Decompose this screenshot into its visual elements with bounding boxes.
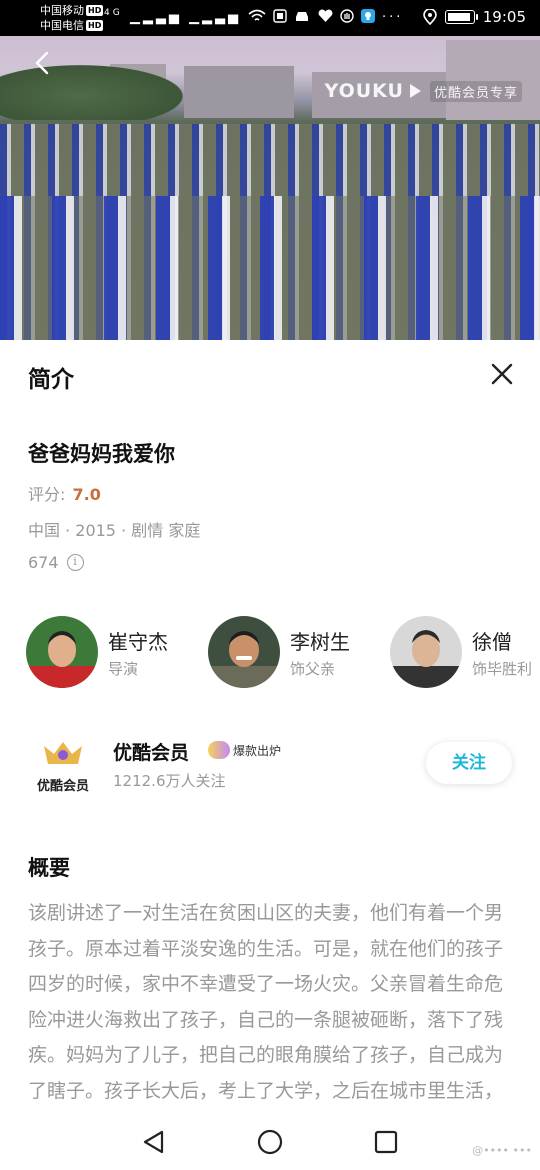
lightbulb-icon xyxy=(360,9,375,23)
view-count-value: 674 xyxy=(28,553,59,572)
status-right: 19:05 xyxy=(422,8,526,26)
weibo-watermark: @•••• ••• xyxy=(472,1144,532,1157)
battery-icon xyxy=(444,10,478,24)
signal-icon: ▁▂▃▅ ▁▂▃▅ xyxy=(129,10,241,25)
wifi-icon xyxy=(248,9,266,21)
hand-icon xyxy=(339,9,354,23)
clock: 19:05 xyxy=(482,8,526,26)
cast-item[interactable]: 徐僧 饰毕胜利 xyxy=(390,614,540,690)
movie-title: 爸爸妈妈我爱你 xyxy=(28,442,175,466)
hot-badge-label: 爆款出炉 xyxy=(233,743,282,758)
status-icons: 4G ▁▂▃▅ ▁▂▃▅ ··· xyxy=(104,8,403,25)
close-icon[interactable] xyxy=(490,362,514,386)
movie-meta: 中国 · 2015 · 剧情 家庭 xyxy=(28,521,201,540)
cast-role: 饰毕胜利 xyxy=(472,660,533,678)
youku-brand: YOUKU xyxy=(324,80,404,102)
panel-header: 简介 xyxy=(28,367,74,393)
rating-score: 7.0 xyxy=(72,485,101,504)
cast-name: 徐僧 xyxy=(472,630,512,654)
hot-badge: 爆款出炉 xyxy=(208,741,281,759)
navigation-bar: @•••• ••• xyxy=(0,1110,540,1170)
carrier-info: 中国移动 HD 中国电信 HD xyxy=(40,3,104,33)
avatar xyxy=(390,616,462,688)
cast-list: 崔守杰 导演 李树生 饰父亲 徐僧 饰毕胜利 xyxy=(0,614,540,694)
recents-square-icon[interactable] xyxy=(372,1128,400,1156)
carrier-1: 中国移动 xyxy=(40,4,84,17)
car-icon xyxy=(296,12,309,21)
follow-button[interactable]: 关注 xyxy=(426,742,512,784)
rating: 评分: 7.0 xyxy=(28,481,101,505)
cast-item[interactable]: 崔守杰 导演 xyxy=(26,614,206,690)
rating-label: 评分: xyxy=(28,485,66,504)
cast-name: 李树生 xyxy=(290,630,350,654)
app-notification-icon xyxy=(273,9,287,23)
hd-badge: HD xyxy=(86,20,104,31)
cast-item[interactable]: 李树生 饰父亲 xyxy=(208,614,378,690)
channel-name: 优酷会员 xyxy=(113,742,190,764)
summary-text: 该剧讲述了一对生活在贫困山区的夫妻，他们有着一个男孩子。原本过着平淡安逸的生活。… xyxy=(28,902,504,1102)
play-triangle-icon xyxy=(409,84,421,98)
info-icon[interactable]: i xyxy=(66,554,84,571)
heart-icon xyxy=(318,9,332,22)
video-player[interactable]: YOUKU 优酷会员专享 xyxy=(0,36,540,340)
more-dots: ··· xyxy=(381,10,404,25)
hot-badge-icon xyxy=(208,741,230,759)
channel-logo-label: 优酷会员 xyxy=(36,779,89,794)
cast-role: 饰父亲 xyxy=(290,660,336,678)
avatar xyxy=(208,616,280,688)
intro-panel: 简介 爸爸妈妈我爱你 评分: 7.0 中国 · 2015 · 剧情 家庭 674… xyxy=(0,340,540,1110)
cast-name: 崔守杰 xyxy=(108,630,168,654)
carrier-2: 中国电信 xyxy=(40,19,84,32)
view-count: 674 i xyxy=(28,553,84,572)
network-label: 4G xyxy=(104,8,123,18)
vip-exclusive-tag: 优酷会员专享 xyxy=(429,80,522,102)
crown-icon xyxy=(44,742,82,764)
channel-logo: 优酷会员 xyxy=(30,736,96,794)
hd-badge: HD xyxy=(86,5,104,16)
back-arrow-icon[interactable] xyxy=(30,50,56,76)
status-bar: 中国移动 HD 中国电信 HD 4G ▁▂▃▅ ▁▂▃▅ ··· 19:05 xyxy=(0,0,540,36)
location-icon xyxy=(422,9,437,25)
channel-card[interactable]: 优酷会员 优酷会员 爆款出炉 1212.6万人关注 关注 xyxy=(0,732,540,802)
youku-watermark: YOUKU 优酷会员专享 xyxy=(324,80,522,102)
cast-role: 导演 xyxy=(108,660,139,678)
back-triangle-icon[interactable] xyxy=(140,1128,168,1156)
follower-count: 1212.6万人关注 xyxy=(113,772,226,790)
summary-title: 概要 xyxy=(28,856,70,880)
home-circle-icon[interactable] xyxy=(256,1128,284,1156)
avatar xyxy=(26,616,98,688)
